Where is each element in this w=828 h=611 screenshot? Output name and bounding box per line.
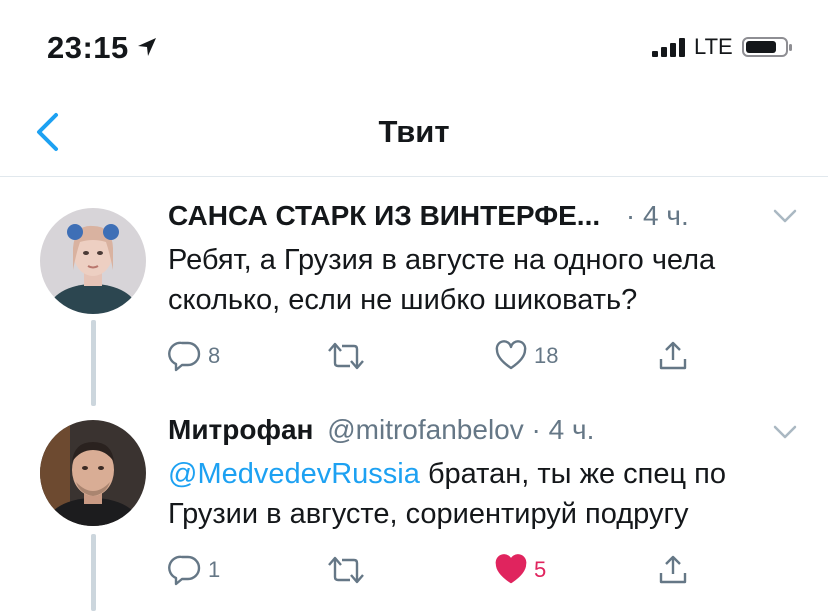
like-button[interactable]: 5 — [494, 550, 546, 590]
chevron-down-icon[interactable] — [772, 208, 798, 224]
like-count: 18 — [534, 343, 559, 368]
like-button[interactable]: 18 — [494, 336, 558, 376]
thread-line — [91, 534, 96, 611]
location-arrow-icon — [138, 38, 156, 56]
retweet-button[interactable] — [326, 550, 372, 590]
reply-button[interactable]: 1 — [168, 550, 220, 590]
status-bar: 23:15 LTE — [0, 0, 828, 90]
author-name[interactable]: САНСА СТАРК ИЗ ВИНТЕРФЕ... — [168, 200, 600, 231]
nav-bar: Твит — [0, 90, 828, 177]
heart-filled-icon — [495, 554, 527, 584]
tweet-text: @MedvedevRussia братан, ты же спец по Гр… — [168, 454, 808, 534]
tweet-age: 4 ч. — [643, 200, 689, 231]
separator-dot: · — [625, 200, 636, 231]
tweet-actions: 1 5 — [168, 550, 808, 590]
share-icon — [659, 555, 687, 584]
tweet-text: Ребят, а Грузия в августе на одного чела… — [168, 244, 716, 316]
avatar[interactable] — [40, 208, 146, 314]
reply-count: 1 — [208, 557, 221, 582]
avatar[interactable] — [40, 420, 146, 526]
author-handle[interactable]: @mitrofanbelov — [327, 414, 524, 445]
page-title: Твит — [378, 114, 450, 149]
network-type: LTE — [694, 34, 733, 59]
thread-line — [91, 320, 96, 406]
tweet-1[interactable]: САНСА СТАРК ИЗ ВИНТЕРФЕ... · 4 ч. Ребят,… — [0, 196, 828, 411]
retweet-icon — [328, 556, 364, 584]
tweet-header: САНСА СТАРК ИЗ ВИНТЕРФЕ... · 4 ч. — [168, 200, 808, 240]
retweet-button[interactable] — [326, 336, 372, 376]
heart-icon — [495, 340, 527, 370]
like-count: 5 — [534, 557, 547, 582]
reply-icon — [168, 555, 201, 586]
tweet-actions: 8 18 — [168, 336, 808, 376]
tweet-age: 4 ч. — [548, 414, 595, 445]
battery-icon — [742, 37, 792, 57]
retweet-icon — [328, 342, 364, 370]
tweet-2[interactable]: Митрофан @mitrofanbelov · 4 ч. @Medvedev… — [0, 412, 828, 611]
reply-count: 8 — [208, 343, 221, 368]
reply-button[interactable]: 8 — [168, 336, 220, 376]
separator-dot: · — [531, 414, 541, 445]
chevron-down-icon[interactable] — [772, 424, 798, 440]
status-time: 23:15 — [47, 30, 129, 65]
reply-icon — [168, 341, 201, 372]
share-icon — [659, 341, 687, 370]
share-button[interactable] — [656, 336, 690, 376]
share-button[interactable] — [656, 550, 690, 590]
signal-bars-icon — [652, 38, 685, 57]
mention-link[interactable]: @MedvedevRussia — [168, 458, 420, 490]
author-name[interactable]: Митрофан — [168, 414, 313, 445]
tweet-header: Митрофан @mitrofanbelov · 4 ч. — [168, 414, 808, 454]
